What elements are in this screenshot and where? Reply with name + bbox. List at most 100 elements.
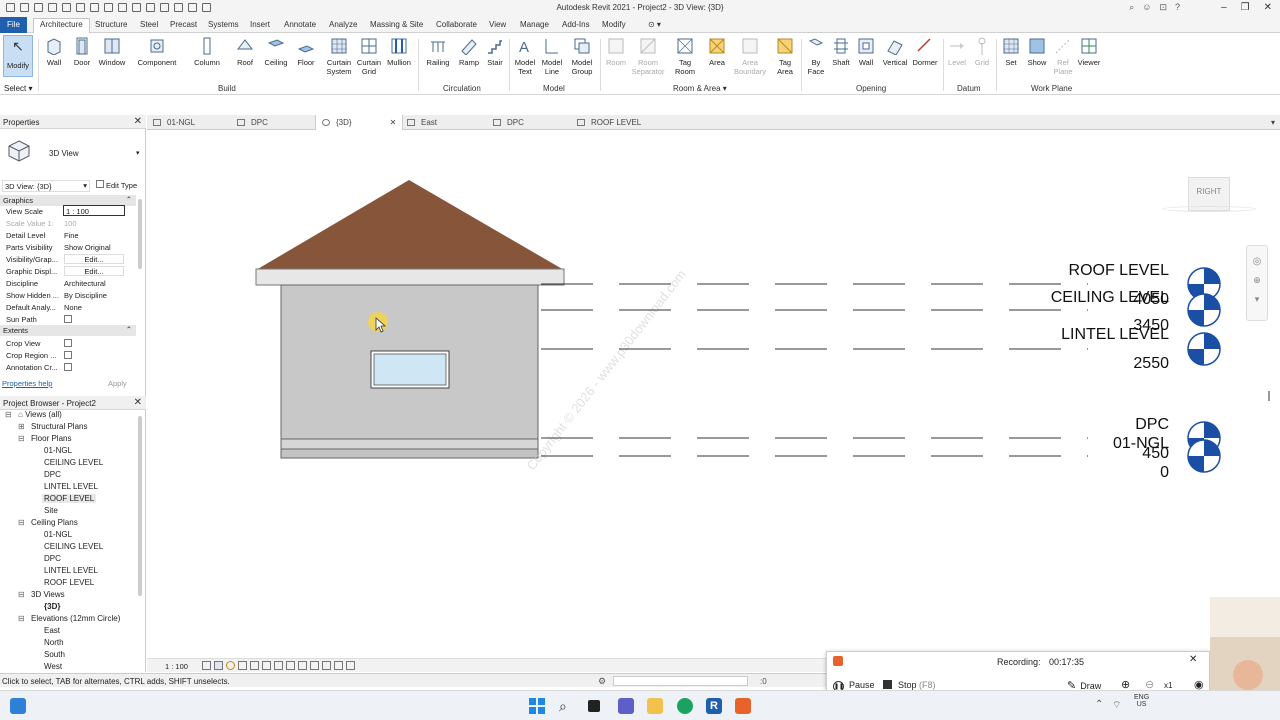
close-browser-icon[interactable]: ✕ [134,397,142,408]
search-taskbar-icon[interactable]: ⌕ [559,698,575,714]
tab-annotate[interactable]: Annotate [284,20,316,29]
tab-manage[interactable]: Manage [520,20,549,29]
curtain-system-button[interactable]: Curtain System [322,37,356,76]
tab-precast[interactable]: Precast [170,20,197,29]
tab-add-ins[interactable]: Add-Ins [562,20,590,29]
teams-icon[interactable] [618,698,634,714]
model-line-button[interactable]: Model Line [539,37,565,76]
shaft-button[interactable]: Shaft [830,37,852,67]
minimize-icon[interactable]: – [1221,2,1227,13]
show-button[interactable]: Show [1026,37,1048,67]
set-button[interactable]: Set [1000,37,1022,67]
show-desktop-icon[interactable] [10,698,26,714]
sun-path-icon[interactable] [226,661,235,670]
nav-menu-icon[interactable]: ▾ [1247,294,1267,305]
view-cube-ring[interactable] [1162,206,1256,212]
revit-taskbar-icon[interactable]: R [706,698,722,714]
tree-floor-plans[interactable]: ⊟ Floor Plans [18,434,71,443]
temporary-hide-icon[interactable] [298,661,307,670]
tree-3d-views[interactable]: ⊟ 3D Views [18,590,65,599]
area-button[interactable]: Area [705,37,729,67]
vertical-button[interactable]: Vertical [880,37,910,67]
grid-button[interactable]: Grid [971,37,993,67]
start-icon[interactable] [529,698,545,714]
area-boundary-button[interactable]: Area Boundary [732,37,768,76]
level-head-ceiling[interactable] [1187,293,1221,327]
tab-view-dpc-2[interactable]: DPC [493,118,524,127]
level-elev-roof[interactable]: 4050 [1028,291,1169,309]
tree-ceiling-plans[interactable]: ⊟ Ceiling Plans [18,518,78,527]
canvas-scroll-indicator[interactable] [1268,391,1270,401]
level-name-dpc[interactable]: DPC [1028,416,1169,434]
tree-elevation-west[interactable]: West [44,662,62,671]
edit-type-button[interactable]: Edit Type [94,179,139,191]
tabs-overflow-icon[interactable]: ▾ [1271,118,1275,127]
sun-path-checkbox[interactable] [64,315,72,323]
tab-file[interactable]: File [0,17,27,33]
edge-icon[interactable] [677,698,693,714]
tab-insert[interactable]: Insert [250,20,270,29]
tab-analyze[interactable]: Analyze [329,20,357,29]
annotation-crop-checkbox[interactable] [64,363,72,371]
graphic-display-edit-button[interactable]: Edit... [64,266,124,276]
level-head-01-ngl[interactable] [1187,439,1221,473]
steering-wheel-icon[interactable]: ◎ [1247,256,1267,267]
stop-button[interactable]: Stop (F8) [883,680,936,690]
restore-icon[interactable]: ❐ [1241,2,1250,13]
view-scale-input[interactable]: 1 : 100 [63,205,125,216]
viewer-button[interactable]: Viewer [1076,37,1102,67]
crop-view-checkbox[interactable] [64,339,72,347]
tree-ceiling-01-ngl[interactable]: 01-NGL [44,530,72,539]
level-elev-dpc[interactable]: 450 [1028,445,1169,463]
wall-opening-button[interactable]: Wall [856,37,876,67]
prop-show-hidden[interactable]: Show Hidden ... By Discipline [0,289,136,301]
tag-area-button[interactable]: Tag Area [773,37,797,76]
stair-button[interactable]: Stair [484,37,506,67]
tab-view-01-ngl[interactable]: 01-NGL [153,118,195,127]
instance-filter-select[interactable]: 3D View: {3D} ▾ [2,180,90,192]
cart-icon[interactable]: ⊡ [1159,2,1167,13]
prop-parts-visibility[interactable]: Parts Visibility Show Original [0,241,136,253]
worksets-icon[interactable]: ⚙ [598,676,606,687]
lock-view-icon[interactable] [286,661,295,670]
prop-detail-level[interactable]: Detail Level Fine [0,229,136,241]
type-selector-dropdown-icon[interactable]: ▾ [136,149,140,157]
tab-view-dpc[interactable]: DPC [237,118,268,127]
select-dropdown[interactable]: Select ▾ [4,84,32,93]
tree-elevation-south[interactable]: South [44,650,65,659]
mullion-button[interactable]: Mullion [384,37,414,67]
level-name-lintel[interactable]: LINTEL LEVEL [1028,326,1169,344]
modify-button[interactable]: ↖ Modify [3,35,33,77]
close-window-icon[interactable]: ✕ [1264,2,1272,13]
language-indicator[interactable]: ENG US [1134,694,1149,708]
tree-ceiling-lintel-level[interactable]: LINTEL LEVEL [44,566,98,575]
tree-structural-plans[interactable]: ⊞ Structural Plans [18,422,87,431]
close-properties-icon[interactable]: ✕ [134,116,142,127]
tree-ceiling-ceiling-level[interactable]: CEILING LEVEL [44,542,103,551]
properties-scrollbar[interactable] [138,199,142,269]
tag-room-button[interactable]: Tag Room [671,37,699,76]
tree-views-all[interactable]: ⊟ ⌂ Views (all) [5,410,62,419]
tab-steel[interactable]: Steel [140,20,158,29]
user-icon[interactable]: ☺ [1142,2,1151,13]
tree-ceiling-dpc[interactable]: DPC [44,554,61,563]
tree-floor-ceiling-level[interactable]: CEILING LEVEL [44,458,103,467]
window-button[interactable]: Window [97,37,127,67]
tab-structure[interactable]: Structure [95,20,127,29]
tree-floor-site[interactable]: Site [44,506,58,515]
component-button[interactable]: Component [135,37,179,67]
type-selector-name[interactable]: 3D View [49,149,79,158]
contextual-options-icon[interactable]: ⊙ ▾ [648,20,661,29]
close-recorder-icon[interactable]: ✕ [1189,654,1197,665]
tree-elevation-east[interactable]: East [44,626,60,635]
level-elev-01-ngl[interactable]: 0 [1028,464,1169,482]
prop-discipline[interactable]: Discipline Architectural [0,277,136,289]
tab-massing-site[interactable]: Massing & Site [370,20,423,29]
level-elev-lintel[interactable]: 2550 [1028,355,1169,373]
design-options-select[interactable] [613,676,748,686]
shadows-icon[interactable] [238,661,247,670]
tree-floor-roof-level[interactable]: ROOF LEVEL [42,494,97,503]
ceiling-button[interactable]: Ceiling [262,37,290,67]
worksharing-icon[interactable] [322,661,331,670]
group-extents[interactable]: Extents ⌃ [0,325,136,336]
